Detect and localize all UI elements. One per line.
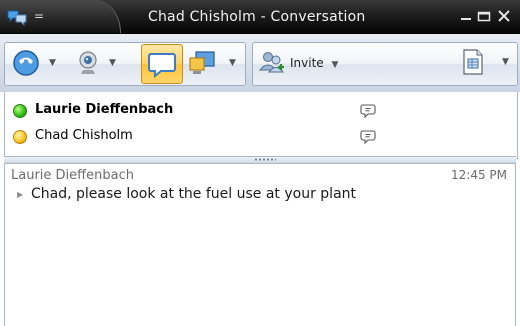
instant-message-button[interactable]: [141, 44, 183, 84]
splitter-grip-icon[interactable]: [254, 158, 276, 161]
instant-message-icon: [148, 53, 176, 79]
message-sender: Laurie Dieffenbach: [11, 168, 134, 183]
webcam-dropdown-icon[interactable]: ▼: [109, 58, 116, 68]
close-icon[interactable]: [496, 9, 512, 23]
participant-list: Laurie Dieffenbach Chad Chisholm: [4, 92, 518, 159]
message-timestamp: 12:45 PM: [451, 168, 507, 182]
conversation-history[interactable]: Laurie Dieffenbach 12:45 PM ▶ Chad, plea…: [4, 164, 516, 326]
title-bar: = Chad Chisholm - Conversation: [0, 0, 520, 34]
message-bullet-icon: ▶: [17, 190, 24, 199]
phone-call-icon: [13, 50, 39, 76]
invite-people-icon: [258, 52, 285, 73]
share-desktop-icon: [189, 51, 215, 74]
share-desktop-button[interactable]: [185, 46, 219, 80]
presence-available-icon: [13, 104, 27, 118]
participant-name[interactable]: Chad Chisholm: [35, 128, 133, 143]
im-bubble-icon[interactable]: [360, 102, 376, 118]
pane-splitter[interactable]: [4, 156, 516, 164]
invite-button-icon-area[interactable]: [255, 46, 289, 80]
message-text: Chad, please look at the fuel use at you…: [31, 186, 357, 202]
system-menu-button[interactable]: =: [34, 9, 44, 23]
document-options-icon: [463, 49, 483, 75]
participant-row[interactable]: Laurie Dieffenbach: [5, 100, 517, 124]
document-options-dropdown-icon[interactable]: ▼: [502, 57, 509, 67]
maximize-icon[interactable]: [476, 9, 492, 23]
phone-call-button[interactable]: [9, 46, 43, 80]
invite-label: Invite: [290, 56, 324, 70]
window-title: Chad Chisholm - Conversation: [148, 9, 366, 25]
conversation-window: = Chad Chisholm - Conversation ▼ ▼ ▼ Inv…: [0, 0, 520, 326]
participant-name[interactable]: Laurie Dieffenbach: [35, 102, 173, 117]
invite-button[interactable]: Invite ▼: [290, 56, 338, 70]
phone-call-dropdown-icon[interactable]: ▼: [49, 58, 56, 68]
toolbar-group-communication: ▼ ▼ ▼: [4, 42, 246, 86]
participant-row[interactable]: Chad Chisholm: [5, 126, 517, 150]
messenger-app-icon[interactable]: [6, 8, 30, 26]
im-bubble-icon[interactable]: [360, 128, 376, 144]
share-desktop-dropdown-icon[interactable]: ▼: [229, 58, 236, 68]
toolbar: ▼ ▼ ▼ Invite ▼ ▼: [0, 34, 520, 92]
document-options-button[interactable]: [456, 45, 490, 79]
webcam-button[interactable]: [71, 46, 105, 80]
minimize-icon[interactable]: [458, 9, 474, 23]
presence-away-icon: [13, 130, 27, 144]
invite-dropdown-icon[interactable]: ▼: [332, 60, 339, 70]
webcam-icon: [79, 51, 97, 74]
